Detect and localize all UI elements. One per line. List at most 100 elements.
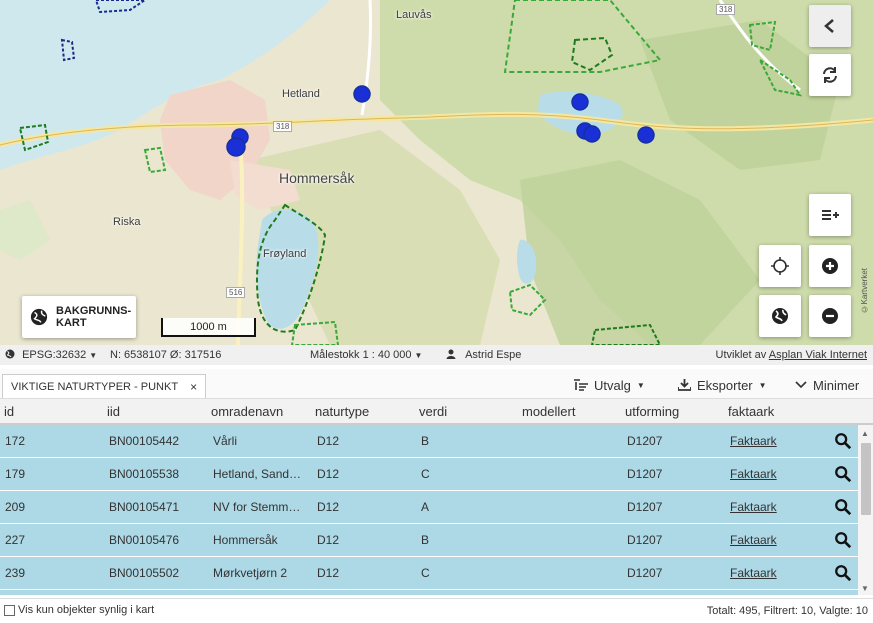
add-layer-button[interactable] [809, 194, 851, 236]
close-tab-icon[interactable]: × [190, 380, 197, 394]
cell-verdi: B [421, 434, 430, 448]
cell-iid: BN00105538 [109, 467, 180, 481]
zoom-in-button[interactable] [809, 245, 851, 287]
cell-omradenavn: Hetland, Sand… [213, 467, 302, 481]
cell-naturtype: D12 [317, 533, 340, 547]
user-info[interactable]: Astrid Espe [446, 349, 521, 361]
cell-omradenavn: NV for Stemm… [213, 500, 301, 514]
cell-omradenavn: Hommersåk [213, 533, 278, 547]
column-header-id[interactable]: id [4, 404, 14, 419]
column-header-faktaark[interactable]: faktaark [728, 404, 774, 419]
export-label: Eksporter [697, 377, 753, 393]
place-label: Hommersåk [279, 170, 355, 186]
background-map-button[interactable]: BAKGRUNNS- KART [22, 296, 136, 338]
tab-viktige-naturtyper[interactable]: VIKTIGE NATURTYPER - PUNKT × [2, 374, 207, 398]
table-body: 172 BN00105442 Vårli D12 B D1207 Faktaar… [0, 425, 858, 595]
column-header-iid[interactable]: iid [107, 404, 120, 419]
tab-title: VIKTIGE NATURTYPER - PUNKT [11, 380, 179, 393]
place-label: Hetland [282, 88, 320, 100]
cell-omradenavn: Vårli [213, 434, 238, 448]
globe-icon [30, 308, 48, 326]
globe-icon [5, 349, 15, 359]
road-number: 318 [716, 4, 736, 15]
table-row[interactable]: 209 BN00105471 NV for Stemm… D12 A D1207… [0, 491, 858, 524]
zoom-to-feature-icon[interactable] [834, 564, 852, 582]
zoom-in-icon [822, 258, 838, 274]
scale-selector[interactable]: Målestokk 1 : 40 000 ▼ [310, 349, 422, 361]
faktaark-link[interactable]: Faktaark [730, 434, 777, 448]
coordinates-readout: N: 6538107 Ø: 317516 [110, 349, 222, 361]
user-icon [446, 349, 456, 359]
zoom-to-feature-icon[interactable] [834, 465, 852, 483]
cell-verdi: A [421, 500, 430, 514]
cell-naturtype: D12 [317, 500, 340, 514]
place-label: Frøyland [263, 248, 307, 260]
column-header-naturtype[interactable]: naturtype [315, 404, 369, 419]
cell-utforming: D1207 [627, 467, 663, 481]
map-marker [353, 85, 371, 103]
scroll-down-icon[interactable]: ▼ [861, 584, 869, 593]
table-row[interactable]: 172 BN00105442 Vårli D12 B D1207 Faktaar… [0, 425, 858, 458]
column-header-verdi[interactable]: verdi [419, 404, 447, 419]
place-label: Riska [113, 216, 141, 228]
selection-label: Utvalg [594, 377, 631, 393]
cell-id: 227 [5, 533, 26, 547]
locate-button[interactable] [759, 245, 801, 287]
projection-selector[interactable]: EPSG:32632 ▼ [5, 349, 97, 361]
cell-id: 209 [5, 500, 26, 514]
map-marker [571, 93, 589, 111]
cell-naturtype: D12 [317, 467, 340, 481]
table-header: id iid omradenavn naturtype verdi modell… [0, 399, 873, 425]
table-scrollbar-thumb[interactable] [861, 443, 871, 515]
map-view[interactable]: Lauvås Hetland Hommersåk Riska Frøyland … [0, 0, 873, 345]
selection-button[interactable]: Utvalg ▼ [568, 374, 651, 396]
visible-only-label[interactable]: Vis kun objekter synlig i kart [18, 604, 154, 616]
cell-iid: BN00105442 [109, 434, 180, 448]
zoom-to-feature-icon[interactable] [834, 432, 852, 450]
table-row[interactable]: 227 BN00105476 Hommersåk D12 B D1207 Fak… [0, 524, 858, 557]
globe-button[interactable] [759, 295, 801, 337]
column-header-modellert[interactable]: modellert [522, 404, 575, 419]
map-markers [226, 85, 655, 157]
developer-credit: Utviklet av Asplan Viak Internet [716, 349, 867, 361]
table-row[interactable]: 179 BN00105538 Hetland, Sand… D12 C D120… [0, 458, 858, 491]
cell-utforming: D1207 [627, 434, 663, 448]
table-row-partial[interactable] [0, 590, 858, 595]
developer-link[interactable]: Asplan Viak Internet [769, 349, 867, 361]
faktaark-link[interactable]: Faktaark [730, 467, 777, 481]
user-name: Astrid Espe [465, 349, 522, 361]
visible-only-checkbox[interactable] [4, 605, 15, 616]
share-button[interactable] [809, 5, 851, 47]
cell-utforming: D1207 [627, 500, 663, 514]
share-icon [824, 19, 834, 33]
table-footer: Vis kun objekter synlig i kart Totalt: 4… [0, 598, 873, 623]
projection-label: EPSG:32632 [22, 349, 87, 361]
map-marker [583, 125, 601, 143]
locate-icon [771, 257, 789, 275]
chevron-down-icon [795, 381, 807, 389]
table-row[interactable]: 239 BN00105502 Mørkvetjørn 2 D12 C D1207… [0, 557, 858, 590]
table-panel-header: VIKTIGE NATURTYPER - PUNKT × Utvalg ▼ Eks… [0, 369, 873, 399]
add-layer-icon [822, 210, 839, 220]
zoom-out-button[interactable] [809, 295, 851, 337]
export-button[interactable]: Eksporter ▼ [672, 374, 773, 396]
faktaark-link[interactable]: Faktaark [730, 500, 777, 514]
filter-list-icon [574, 379, 588, 391]
refresh-button[interactable] [809, 54, 851, 96]
zoom-to-feature-icon[interactable] [834, 531, 852, 549]
totals-summary: Totalt: 495, Filtrert: 10, Valgte: 10 [706, 605, 868, 617]
scroll-up-icon[interactable]: ▲ [861, 429, 869, 438]
cell-verdi: C [421, 467, 430, 481]
column-header-omradenavn[interactable]: omradenavn [211, 404, 283, 419]
background-map-label: BAKGRUNNS- KART [56, 305, 132, 329]
minimize-button[interactable]: Minimer [789, 374, 865, 396]
cell-omradenavn: Mørkvetjørn 2 [213, 566, 288, 580]
cell-verdi: C [421, 566, 430, 580]
faktaark-link[interactable]: Faktaark [730, 566, 777, 580]
cell-naturtype: D12 [317, 566, 340, 580]
zoom-to-feature-icon[interactable] [834, 498, 852, 516]
cell-naturtype: D12 [317, 434, 340, 448]
faktaark-link[interactable]: Faktaark [730, 533, 777, 547]
road-number: 318 [273, 121, 293, 132]
column-header-utforming[interactable]: utforming [625, 404, 679, 419]
